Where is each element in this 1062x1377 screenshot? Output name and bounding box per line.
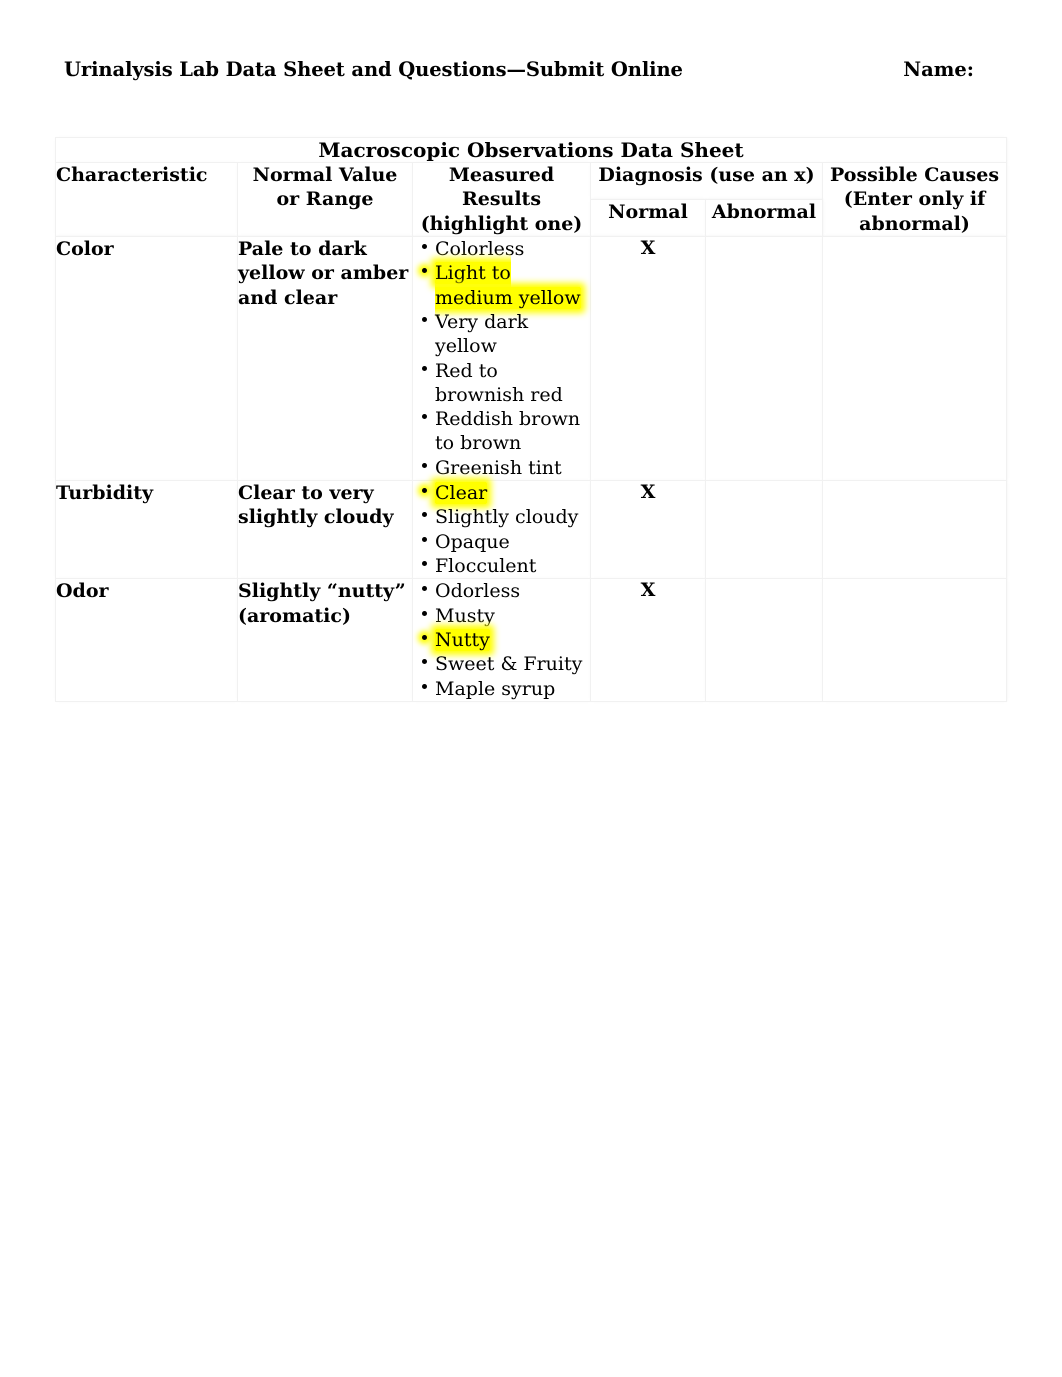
option-label: Nutty — [435, 628, 490, 651]
row-normal-value: Pale to dark yellow or amber and clear — [237, 235, 413, 482]
option-item[interactable]: Reddish brown to brown — [413, 407, 590, 456]
row-normal-value: Clear to very slightly cloudy — [237, 480, 413, 580]
option-label: Red to brownish red — [435, 359, 563, 406]
column-header-measured-results: Measured Results (highlight one) — [412, 162, 591, 237]
macroscopic-observations-table-wrapper: Macroscopic Observations Data Sheet Char… — [54, 137, 1008, 702]
option-label: Reddish brown to brown — [435, 408, 581, 455]
row-measured-results: Odorless Musty Nutty Sweet & Fruity Mapl… — [412, 578, 591, 702]
table-caption-row: Macroscopic Observations Data Sheet — [54, 137, 1008, 163]
column-header-diagnosis: Diagnosis (use an x) — [590, 162, 823, 200]
column-header-normal-value: Normal Value or Range — [237, 162, 413, 237]
row-characteristic: Odor — [55, 578, 238, 702]
option-item[interactable]: Greenish tint — [413, 456, 590, 480]
option-item[interactable]: Slightly cloudy — [413, 505, 590, 529]
row-normal-value: Slightly “nutty” (aromatic) — [237, 578, 413, 702]
column-header-diagnosis-abnormal: Abnormal — [705, 198, 823, 237]
option-label: Very dark yellow — [435, 310, 529, 358]
option-item-selected[interactable]: Light to medium yellow — [413, 261, 590, 310]
page-title: Urinalysis Lab Data Sheet and Questions—… — [64, 58, 683, 81]
measured-results-options: Odorless Musty Nutty Sweet & Fruity Mapl… — [413, 579, 590, 701]
option-label: Light to medium yellow — [435, 262, 581, 309]
option-label: Odorless — [435, 580, 521, 603]
option-item[interactable]: Flocculent — [413, 554, 590, 578]
row-diagnosis-normal[interactable]: X — [590, 578, 706, 702]
option-label: Colorless — [435, 237, 525, 260]
option-item[interactable]: Colorless — [413, 237, 590, 261]
option-label: Flocculent — [435, 555, 537, 577]
option-item[interactable]: Maple syrup — [413, 677, 590, 701]
option-label: Slightly cloudy — [435, 506, 579, 529]
row-measured-results: Colorless Light to medium yellow Very da… — [412, 235, 591, 482]
option-item[interactable]: Opaque — [413, 530, 590, 554]
option-item-selected[interactable]: Nutty — [413, 628, 590, 652]
row-possible-causes[interactable] — [821, 235, 1008, 482]
row-characteristic: Turbidity — [55, 480, 238, 580]
table-row: Color Pale to dark yellow or amber and c… — [55, 235, 1008, 482]
option-label: Sweet & Fruity — [435, 653, 583, 676]
option-label: Greenish tint — [435, 456, 562, 479]
name-label: Name: — [903, 58, 974, 81]
table-row: Turbidity Clear to very slightly cloudy … — [55, 480, 1008, 580]
row-measured-results: Clear Slightly cloudy Opaque Flocculent — [412, 480, 591, 580]
row-characteristic: Color — [55, 235, 238, 482]
measured-results-options: Clear Slightly cloudy Opaque Flocculent — [413, 481, 590, 578]
table-row: Odor Slightly “nutty” (aromatic) Odorles… — [55, 578, 1008, 702]
option-label: Maple syrup — [435, 677, 556, 700]
option-label: Musty — [435, 604, 495, 627]
column-header-diagnosis-normal: Normal — [590, 198, 706, 237]
row-possible-causes[interactable] — [821, 578, 1008, 702]
column-header-possible-causes: Possible Causes (Enter only if abnormal) — [821, 162, 1008, 237]
option-item[interactable]: Musty — [413, 604, 590, 628]
option-item[interactable]: Sweet & Fruity — [413, 652, 590, 676]
option-label: Clear — [435, 482, 488, 505]
option-item[interactable]: Very dark yellow — [413, 310, 590, 359]
row-diagnosis-abnormal[interactable] — [705, 480, 823, 580]
option-item[interactable]: Odorless — [413, 579, 590, 603]
row-diagnosis-abnormal[interactable] — [705, 235, 823, 482]
macroscopic-observations-table: Macroscopic Observations Data Sheet Char… — [54, 137, 1008, 702]
page-header: Urinalysis Lab Data Sheet and Questions—… — [64, 58, 1004, 81]
option-item-selected[interactable]: Clear — [413, 481, 590, 505]
measured-results-options: Colorless Light to medium yellow Very da… — [413, 237, 590, 480]
row-diagnosis-abnormal[interactable] — [705, 578, 823, 702]
option-item[interactable]: Red to brownish red — [413, 359, 590, 408]
option-label: Opaque — [435, 530, 510, 553]
column-header-characteristic-label: Characteristic — [56, 164, 208, 186]
column-header-characteristic: Characteristic — [55, 162, 238, 237]
table-header-row: Characteristic Normal Value or Range Mea… — [55, 162, 1008, 237]
row-diagnosis-normal[interactable]: X — [590, 235, 706, 482]
table-caption: Macroscopic Observations Data Sheet — [54, 137, 1008, 163]
row-diagnosis-normal[interactable]: X — [590, 480, 706, 580]
row-possible-causes[interactable] — [821, 480, 1008, 580]
